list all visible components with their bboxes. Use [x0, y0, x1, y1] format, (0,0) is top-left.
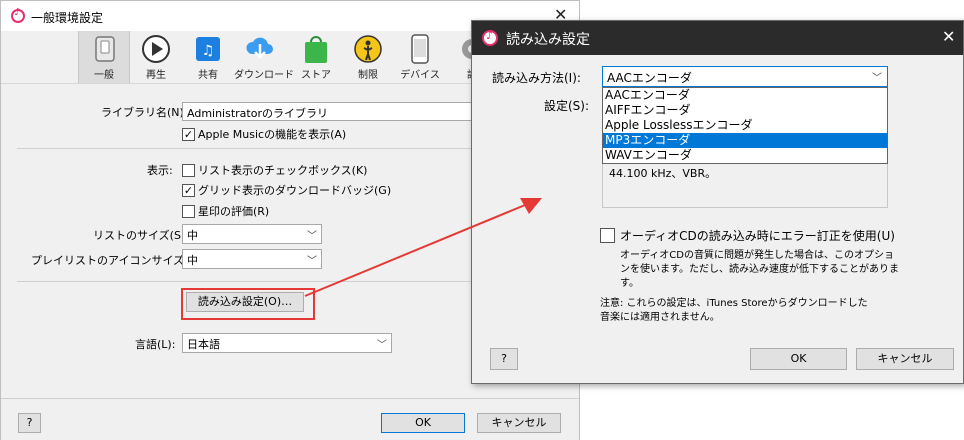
tab-general[interactable]: 一般: [78, 31, 130, 83]
apple-music-checkbox[interactable]: ✓: [182, 127, 195, 141]
encoder-option[interactable]: AACエンコーダ: [603, 88, 887, 103]
list-size-label: リストのサイズ(S):: [93, 229, 189, 242]
list-size-value: 中: [187, 229, 198, 242]
grid-badge-option[interactable]: ✓ グリッド表示のダウンロードバッジ(G): [182, 182, 391, 198]
tab-store[interactable]: ストア: [290, 31, 342, 83]
cloud-download-icon: [244, 33, 276, 65]
apple-music-option[interactable]: ✓ Apple Musicの機能を表示(A): [182, 126, 346, 142]
chevron-down-icon: ﹀: [872, 73, 882, 84]
tab-restrictions-label: 制限: [358, 70, 378, 81]
store-note-line: 音楽には適用されません。: [600, 312, 720, 323]
tab-sharing[interactable]: ♫ 共有: [182, 31, 234, 83]
list-checkbox-checkbox[interactable]: [182, 163, 195, 177]
language-value: 日本語: [187, 338, 220, 351]
divider: [1, 398, 579, 399]
star-rating-label: 星印の評価(R): [198, 205, 270, 218]
dialog-cancel-button[interactable]: キャンセル: [856, 348, 954, 370]
error-correction-checkbox[interactable]: [600, 228, 615, 243]
encoder-option-highlighted[interactable]: MP3エンコーダ: [603, 133, 887, 148]
help-button[interactable]: ?: [18, 413, 41, 433]
library-name-field[interactable]: Administratorのライブラリ: [182, 102, 482, 121]
error-note-line: す。: [620, 278, 639, 289]
dialog-title-bar: 読み込み設定 ✕: [472, 21, 963, 55]
tab-restrictions[interactable]: 制限: [342, 31, 394, 83]
encoder-option[interactable]: Apple Losslessエンコーダ: [603, 118, 887, 133]
error-correction-option[interactable]: オーディオCDの読み込み時にエラー訂正を使用(U): [600, 227, 895, 244]
language-select[interactable]: 日本語 ﹀: [182, 333, 392, 353]
svg-text:♫: ♫: [202, 43, 215, 59]
tab-devices-label: デバイス: [400, 70, 440, 81]
itunes-icon: [11, 7, 25, 23]
language-label: 言語(L):: [135, 338, 176, 351]
switch-icon: [89, 33, 121, 65]
playlist-icon-size-value: 中: [187, 254, 198, 267]
encoder-option[interactable]: WAVエンコーダ: [603, 148, 887, 163]
chevron-down-icon: ﹀: [307, 231, 317, 242]
dialog-help-button[interactable]: ?: [490, 348, 518, 370]
error-correction-label: オーディオCDの読み込み時にエラー訂正を使用(U): [620, 229, 895, 243]
cancel-button[interactable]: キャンセル: [477, 413, 561, 433]
import-method-value: AACエンコーダ: [607, 71, 692, 85]
grid-badge-checkbox[interactable]: ✓: [182, 183, 195, 197]
tab-general-label: 一般: [94, 70, 114, 81]
dialog-close-icon[interactable]: ✕: [942, 27, 955, 46]
tab-store-label: ストア: [301, 70, 331, 81]
parental-icon: [352, 33, 384, 65]
display-label: 表示:: [147, 164, 173, 177]
play-icon: [140, 33, 172, 65]
tab-playback[interactable]: 再生: [130, 31, 182, 83]
import-method-label: 読み込み方法(I):: [492, 71, 581, 85]
main-window-title: 一般環境設定: [31, 11, 104, 25]
settings-label: 設定(S):: [544, 99, 590, 113]
list-checkbox-option[interactable]: リスト表示のチェックボックス(K): [182, 162, 367, 178]
tab-downloads[interactable]: ダウンロード: [234, 31, 294, 83]
encoder-option[interactable]: AIFFエンコーダ: [603, 103, 887, 118]
tab-downloads-label: ダウンロード: [234, 70, 294, 81]
dialog-ok-button[interactable]: OK: [750, 348, 847, 370]
store-bag-icon: [300, 33, 332, 65]
settings-detail-box: 44.100 kHz、VBR。: [602, 158, 888, 208]
tab-playback-label: 再生: [146, 70, 166, 81]
apple-music-label: Apple Musicの機能を表示(A): [198, 128, 347, 141]
itunes-icon: [482, 29, 498, 46]
playlist-icon-size-select[interactable]: 中 ﹀: [182, 249, 322, 269]
tab-devices[interactable]: デバイス: [394, 31, 446, 83]
ok-button[interactable]: OK: [381, 413, 465, 433]
share-icon: ♫: [192, 33, 224, 65]
chevron-down-icon: ﹀: [377, 340, 387, 351]
settings-detail-text: 44.100 kHz、VBR。: [609, 167, 717, 180]
import-settings-button[interactable]: 読み込み設定(O)…: [186, 292, 304, 312]
star-rating-checkbox[interactable]: [182, 204, 195, 218]
playlist-icon-size-label: プレイリストのアイコンサイズ(P):: [31, 254, 204, 267]
dialog-title: 読み込み設定: [506, 32, 590, 48]
chevron-down-icon: ﹀: [307, 256, 317, 267]
list-size-select[interactable]: 中 ﹀: [182, 224, 322, 244]
library-name-label: ライブラリ名(N):: [101, 106, 188, 119]
star-rating-option[interactable]: 星印の評価(R): [182, 203, 269, 219]
import-settings-dialog: 読み込み設定 ✕ 読み込み方法(I): AACエンコーダ ﹀ 設定(S): 44…: [471, 20, 964, 384]
import-method-select[interactable]: AACエンコーダ ﹀: [602, 66, 888, 87]
store-note-line: 注意: これらの設定は、iTunes Storeからダウンロードした: [600, 298, 868, 309]
list-checkbox-label: リスト表示のチェックボックス(K): [198, 164, 368, 177]
device-icon: [404, 33, 436, 65]
encoder-dropdown-list: AACエンコーダ AIFFエンコーダ Apple Losslessエンコーダ M…: [602, 87, 888, 164]
error-note-line: ンを使います。ただし、読み込み速度が低下することがありま: [620, 264, 899, 275]
grid-badge-label: グリッド表示のダウンロードバッジ(G): [198, 184, 392, 197]
error-note-line: オーディオCDの音質に問題が発生した場合は、このオプショ: [620, 250, 894, 261]
tab-sharing-label: 共有: [198, 70, 218, 81]
